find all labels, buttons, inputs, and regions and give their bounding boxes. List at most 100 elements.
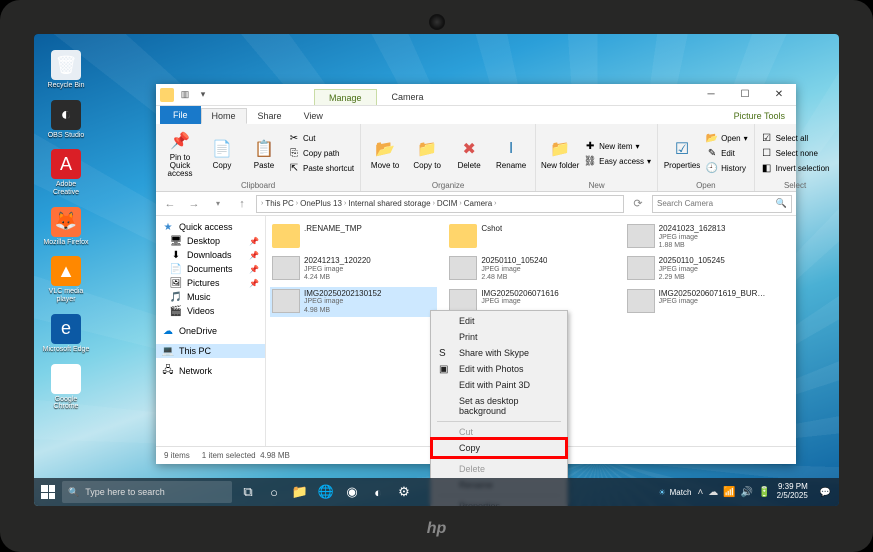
file-item[interactable]: 20241023_162813JPEG image1.88 MB [625, 222, 792, 252]
search-box[interactable]: 🔍 [652, 195, 792, 213]
breadcrumb[interactable]: ›This PC›OnePlus 13›Internal shared stor… [256, 195, 624, 213]
search-input[interactable] [657, 199, 772, 208]
breadcrumb-segment[interactable]: DCIM [437, 199, 457, 208]
tray-chevron-icon[interactable]: ˄ [697, 487, 703, 498]
move-to-button[interactable]: 📂Move to [365, 126, 405, 181]
history-button[interactable]: 🕘History [704, 162, 750, 176]
file-item[interactable]: .RENAME_TMP [270, 222, 437, 252]
easy-access-button[interactable]: ⛓Easy access ▾ [582, 154, 653, 168]
navigation-pane[interactable]: ★Quick access 🖥Desktop📌 ⬇Downloads📌 📄Doc… [156, 216, 266, 446]
desktop-icon[interactable]: ▲VLC media player [42, 256, 90, 303]
taskbar-search[interactable]: 🔍 Type here to search [62, 481, 232, 503]
cortana-button[interactable]: ○ [262, 480, 286, 504]
qat-properties-icon[interactable]: ▥ [178, 88, 192, 102]
nav-documents[interactable]: 📄Documents📌 [156, 262, 265, 276]
copy-to-button[interactable]: 📁Copy to [407, 126, 447, 181]
new-item-button[interactable]: ✚New item ▾ [582, 139, 653, 153]
weather-icon: ☀ [658, 488, 665, 497]
edit-button[interactable]: ✎Edit [704, 147, 750, 161]
context-menu-item[interactable]: ▣Edit with Photos [433, 361, 565, 377]
nav-music[interactable]: 🎵Music [156, 290, 265, 304]
settings-taskbar-icon[interactable]: ⚙ [392, 480, 416, 504]
qat-new-folder-icon[interactable]: ▾ [196, 88, 210, 102]
refresh-button[interactable]: ⟳ [628, 194, 648, 214]
file-item[interactable]: Cshot [447, 222, 614, 252]
context-menu-item[interactable]: Print [433, 329, 565, 345]
desktop-icon[interactable]: 🦊Mozilla Firefox [42, 207, 90, 247]
file-item[interactable]: 20250110_105245JPEG image2.29 MB [625, 254, 792, 284]
up-button[interactable]: ↑ [232, 194, 252, 214]
close-button[interactable]: ✕ [762, 84, 796, 105]
copy-button[interactable]: 📄 Copy [202, 126, 242, 181]
tab-view[interactable]: View [293, 108, 334, 124]
nav-network[interactable]: 🖧Network [156, 364, 265, 378]
context-menu-item[interactable]: Edit with Paint 3D [433, 377, 565, 393]
rename-button[interactable]: IRename [491, 126, 531, 181]
context-menu-item[interactable]: Copy [433, 440, 565, 456]
breadcrumb-segment[interactable]: This PC [265, 199, 293, 208]
maximize-button[interactable]: ☐ [728, 84, 762, 105]
select-all-button[interactable]: ☑Select all [759, 132, 832, 146]
edge-taskbar-icon[interactable]: 🌐 [314, 480, 338, 504]
file-item[interactable]: IMG20250206071619_BURST005_388 15435JPEG… [625, 287, 792, 317]
weather-widget[interactable]: ☀ Match [658, 488, 691, 497]
delete-button[interactable]: ✖Delete [449, 126, 489, 181]
tab-share[interactable]: Share [247, 108, 293, 124]
context-menu-item[interactable]: Edit [433, 313, 565, 329]
nav-videos[interactable]: 🎬Videos [156, 304, 265, 318]
file-item[interactable]: IMG20250202130152JPEG image4.98 MB [270, 287, 437, 317]
chrome-taskbar-icon[interactable]: ◉ [340, 480, 364, 504]
nav-downloads[interactable]: ⬇Downloads📌 [156, 248, 265, 262]
desktop-icon[interactable]: ◐OBS Studio [42, 100, 90, 140]
new-folder-button[interactable]: 📁New folder [540, 126, 580, 181]
forward-button[interactable]: → [184, 194, 204, 214]
file-item[interactable]: 20250110_105240JPEG image2.48 MB [447, 254, 614, 284]
notifications-button[interactable]: 💬 [820, 487, 831, 498]
back-button[interactable]: ← [160, 194, 180, 214]
desktop-icon[interactable]: ◉Google Chrome [42, 364, 90, 411]
tab-home[interactable]: Home [201, 108, 247, 124]
breadcrumb-segment[interactable]: Internal shared storage [348, 199, 430, 208]
clock[interactable]: 9:39 PM 2/5/2025 [777, 483, 808, 501]
select-none-button[interactable]: ☐Select none [759, 147, 832, 161]
breadcrumb-segment[interactable]: Camera [464, 199, 492, 208]
obs-taskbar-icon[interactable]: ◐ [366, 480, 390, 504]
tray-network-icon[interactable]: 📶 [723, 487, 735, 498]
tab-file[interactable]: File [160, 106, 201, 124]
titlebar-context-group[interactable]: Manage [314, 89, 377, 105]
minimize-button[interactable]: ─ [694, 84, 728, 105]
tab-picture-tools[interactable]: Picture Tools [723, 108, 796, 124]
context-menu-item[interactable]: SShare with Skype [433, 345, 565, 361]
nav-this-pc[interactable]: 💻This PC [156, 344, 265, 358]
nav-desktop[interactable]: 🖥Desktop📌 [156, 234, 265, 248]
move-icon: 📂 [374, 138, 396, 160]
recent-button[interactable]: ▾ [208, 194, 228, 214]
titlebar[interactable]: ▥ ▾ Manage Camera ─ ☐ ✕ [156, 84, 796, 106]
desktop-icon[interactable]: AAdobe Creative [42, 149, 90, 196]
start-button[interactable] [34, 478, 62, 506]
nav-onedrive[interactable]: ☁OneDrive [156, 324, 265, 338]
desktop-icon[interactable]: 🗑Recycle Bin [42, 50, 90, 90]
breadcrumb-segment[interactable]: OnePlus 13 [300, 199, 342, 208]
pin-quick-access-button[interactable]: 📌 Pin to Quick access [160, 126, 200, 181]
tray-volume-icon[interactable]: 🔊 [741, 487, 753, 498]
copy-path-button[interactable]: ⎘Copy path [286, 147, 356, 161]
taskbar[interactable]: 🔍 Type here to search ⧉ ○ 📁 🌐 ◉ ◐ ⚙ ☀ Ma… [34, 478, 839, 506]
tray-onedrive-icon[interactable]: ☁ [708, 487, 718, 498]
context-menu-item[interactable]: Set as desktop background [433, 393, 565, 419]
explorer-taskbar-icon[interactable]: 📁 [288, 480, 312, 504]
paste-shortcut-button[interactable]: ⇱Paste shortcut [286, 162, 356, 176]
tray-battery-icon[interactable]: 🔋 [758, 487, 770, 498]
paste-button[interactable]: 📋 Paste [244, 126, 284, 181]
invert-selection-button[interactable]: ◧Invert selection [759, 162, 832, 176]
open-button[interactable]: 📂Open ▾ [704, 132, 750, 146]
nav-quick-access[interactable]: ★Quick access [156, 220, 265, 234]
file-item[interactable]: 20241213_120220JPEG image4.24 MB [270, 254, 437, 284]
properties-button[interactable]: ☑Properties [662, 126, 702, 181]
menu-item-icon: S [439, 348, 451, 360]
desktop-icon[interactable]: eMicrosoft Edge [42, 314, 90, 354]
nav-pictures[interactable]: 🖼Pictures📌 [156, 276, 265, 290]
desktop[interactable]: 🗑Recycle Bin ◐OBS Studio AAdobe Creative 🦊M… [34, 34, 839, 506]
cut-button[interactable]: ✂Cut [286, 132, 356, 146]
task-view-button[interactable]: ⧉ [236, 480, 260, 504]
